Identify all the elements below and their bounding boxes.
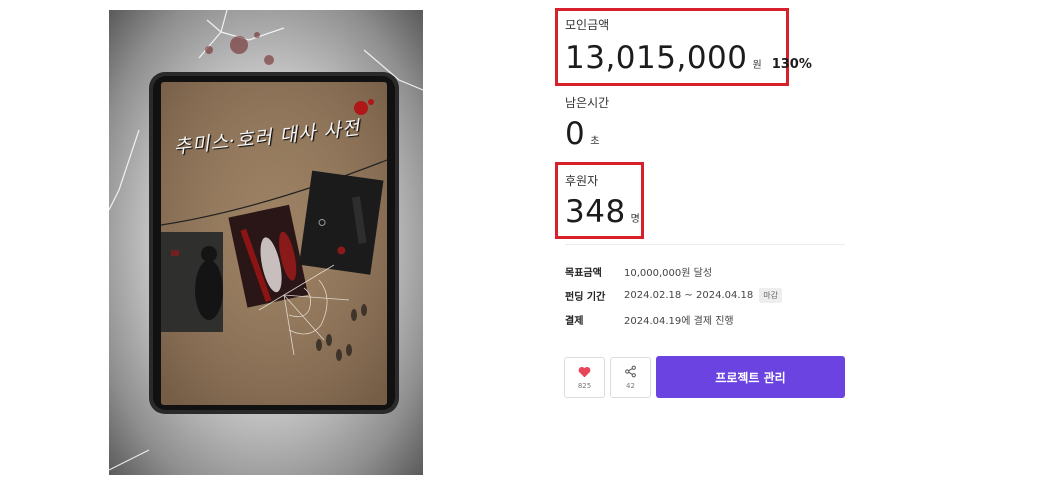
time-unit: 초 (590, 136, 600, 147)
time-stat: 남은시간 0 초 (565, 96, 609, 152)
share-icon (625, 365, 636, 378)
like-button[interactable]: 825 (564, 357, 605, 398)
amount-stat: 모인금액 13,015,000 원 130% (565, 18, 812, 76)
backers-stat: 후원자 348 명 (565, 174, 640, 230)
backers-value: 348 (565, 194, 626, 230)
achievement-percent: 130% (771, 57, 812, 72)
share-count: 42 (626, 382, 635, 390)
amount-label: 모인금액 (565, 18, 610, 32)
manage-project-button[interactable]: 프로젝트 관리 (656, 356, 845, 398)
backers-label: 후원자 (565, 174, 599, 188)
cover-art (109, 10, 423, 471)
share-button[interactable]: 42 (610, 357, 651, 398)
goal-label: 목표금액 (565, 268, 602, 279)
time-value: 0 (565, 116, 586, 152)
like-count: 825 (577, 381, 592, 390)
goal-value: 10,000,000원 달성 (624, 268, 713, 279)
stats-divider (565, 244, 845, 245)
ink-splatter (205, 32, 274, 65)
amount-unit: 원 (752, 60, 762, 71)
project-cover-image: 추미스·호러 대사 사전 (109, 10, 423, 475)
heart-icon (578, 366, 591, 377)
period-row: 펀딩 기간 2024.02.18 ~ 2024.04.18 마감 (565, 288, 782, 303)
payment-value: 2024.04.19에 결제 진행 (624, 316, 734, 327)
backers-unit: 명 (630, 214, 640, 225)
amount-value: 13,015,000 (565, 40, 748, 76)
payment-label: 결제 (565, 316, 584, 327)
time-label: 남은시간 (565, 96, 610, 110)
closed-badge: 마감 (759, 288, 782, 303)
goal-row: 목표금액 10,000,000원 달성 (565, 264, 712, 279)
payment-row: 결제 2024.04.19에 결제 진행 (565, 312, 734, 327)
period-value: 2024.02.18 ~ 2024.04.18 (624, 290, 754, 301)
period-label: 펀딩 기간 (565, 292, 606, 303)
